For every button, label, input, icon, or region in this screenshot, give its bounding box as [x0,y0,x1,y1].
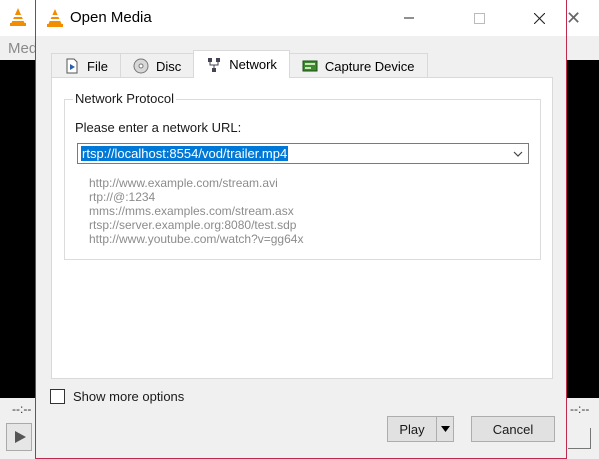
network-icon [208,57,221,72]
tab-disc[interactable]: Disc [119,53,195,78]
capture-device-icon [302,60,318,72]
main-menu-media[interactable]: Med [8,40,37,57]
minimize-icon [404,17,414,19]
tab-disc-label: Disc [155,58,182,74]
play-dropdown-button[interactable] [436,417,454,441]
show-more-options[interactable]: Show more options [50,389,184,404]
main-play-button[interactable] [6,423,32,451]
disc-icon [133,58,149,74]
show-more-options-label[interactable]: Show more options [73,389,184,404]
cancel-button[interactable]: Cancel [471,416,555,442]
play-button-main[interactable]: Play [388,417,436,441]
group-title: Network Protocol [73,91,176,106]
url-examples: http://www.example.com/stream.avi rtp://… [89,176,303,246]
maximize-button[interactable] [456,0,502,36]
play-button[interactable]: Play [387,416,454,442]
main-close-icon[interactable]: ✕ [566,8,581,29]
show-more-options-checkbox[interactable] [50,389,65,404]
network-protocol-group: Network Protocol Please enter a network … [64,91,541,260]
tab-network-label: Network [229,57,277,72]
url-example: http://www.youtube.com/watch?v=gg64x [89,232,304,246]
total-time: --:-- [570,402,590,416]
elapsed-time: --:-- [12,402,32,416]
vlc-cone-icon [47,9,63,27]
tab-network[interactable]: Network [193,50,290,78]
dialog-titlebar: Open Media [36,0,566,36]
tab-bar: File Disc Network Capture Device [51,50,428,78]
vlc-cone-icon [10,8,26,26]
close-button[interactable] [516,0,562,36]
url-example: http://www.example.com/stream.avi [89,176,278,190]
url-label: Please enter a network URL: [75,120,242,135]
network-url-combobox[interactable]: rtsp://localhost:8554/vod/trailer.mp4 [77,143,529,164]
tab-file-label: File [87,58,108,74]
url-example: mms://mms.examples.com/stream.asx [89,204,294,218]
chevron-down-icon[interactable] [511,147,525,161]
open-media-dialog: Open Media File Disc Network Capture Dev… [35,0,567,459]
url-example: rtp://@:1234 [89,190,156,204]
volume-icon[interactable] [568,428,591,449]
dialog-title: Open Media [70,9,152,26]
file-icon [66,58,78,74]
dropdown-arrow-icon [441,426,450,432]
close-icon [533,12,545,24]
tab-file[interactable]: File [51,53,121,78]
tab-capture-device-label: Capture Device [324,58,415,74]
tab-capture-device[interactable]: Capture Device [288,53,428,78]
maximize-icon [473,12,485,24]
network-url-input[interactable]: rtsp://localhost:8554/vod/trailer.mp4 [81,146,289,161]
network-tab-panel: Network Protocol Please enter a network … [51,77,553,379]
url-example: rtsp://server.example.org:8080/test.sdp [89,218,297,232]
minimize-button[interactable] [386,0,432,36]
